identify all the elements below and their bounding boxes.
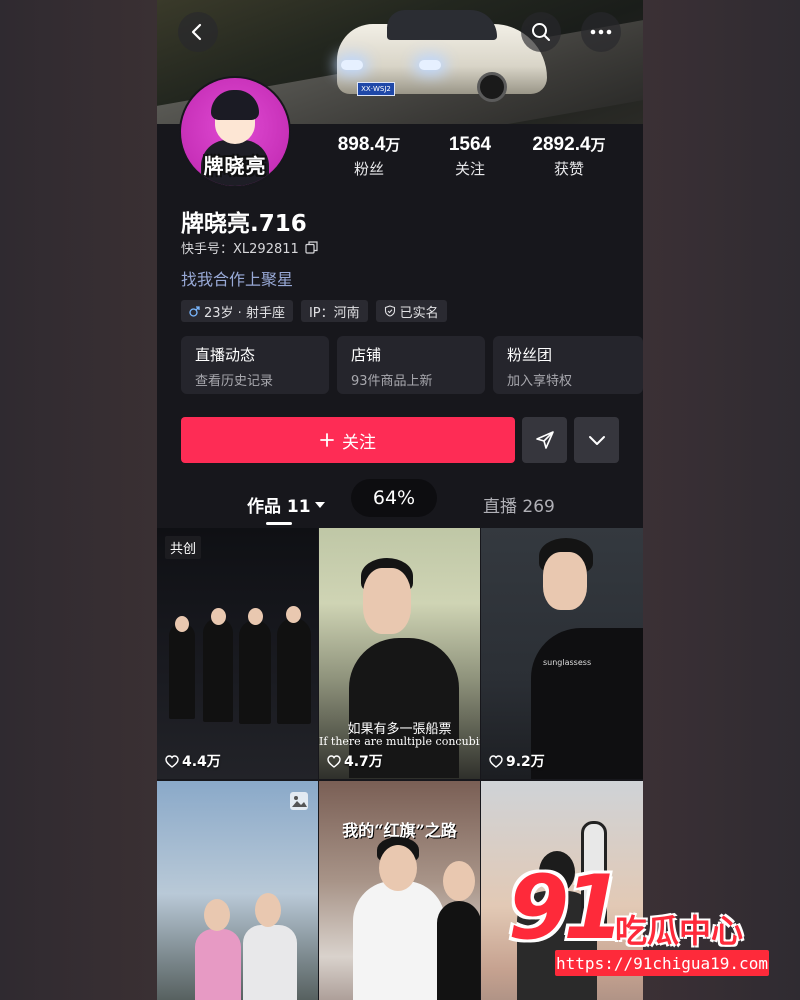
search-icon bbox=[532, 23, 550, 41]
video-thumbnail[interactable]: 如果有多一張船票 If there are multiple concubine… bbox=[319, 528, 480, 779]
tab-live[interactable]: 直播 269 bbox=[483, 492, 555, 517]
video-caption-en: sunglassess bbox=[543, 658, 592, 667]
follow-button[interactable]: 关注 bbox=[181, 417, 515, 463]
car-plate: XX·WSJ2 bbox=[357, 82, 395, 96]
card-live-history[interactable]: 直播动态 查看历史记录 bbox=[181, 336, 329, 394]
watermark-logo: 91 bbox=[508, 856, 624, 959]
zoom-indicator: 64% bbox=[351, 479, 437, 517]
image-icon bbox=[290, 792, 308, 810]
fans-count: 898.4 bbox=[337, 134, 386, 155]
watermark-url: https://91chigua19.com bbox=[555, 950, 769, 976]
fans-label: 粉丝 bbox=[353, 160, 384, 178]
profile-bio[interactable]: 找我合作上聚星 bbox=[181, 266, 293, 290]
video-likes: 4.4万 bbox=[165, 751, 221, 771]
copy-icon[interactable] bbox=[305, 241, 318, 254]
following-count: 1564 bbox=[448, 134, 492, 155]
tab-active-indicator bbox=[266, 522, 292, 525]
stat-likes[interactable]: 2892.4万 获赞 bbox=[521, 134, 617, 179]
card-title: 粉丝团 bbox=[507, 346, 553, 364]
search-button[interactable] bbox=[521, 12, 561, 52]
likes-text: 4.7万 bbox=[344, 754, 383, 770]
video-likes: 4.7万 bbox=[327, 751, 383, 771]
shield-check-icon bbox=[384, 305, 395, 317]
card-title: 直播动态 bbox=[195, 346, 256, 364]
card-shop[interactable]: 店铺 93件商品上新 bbox=[337, 336, 485, 394]
caret-down-icon bbox=[314, 501, 325, 508]
age-tag: 23岁 · 射手座 bbox=[181, 300, 293, 322]
card-subtitle: 查看历史记录 bbox=[195, 374, 274, 389]
video-thumbnail[interactable]: 共创 4.4万 bbox=[157, 528, 318, 779]
video-thumbnail[interactable] bbox=[157, 781, 318, 1000]
card-title: 店铺 bbox=[351, 346, 382, 364]
share-button[interactable] bbox=[522, 417, 567, 463]
co-create-badge: 共创 bbox=[165, 536, 202, 559]
following-label: 关注 bbox=[454, 160, 485, 178]
more-button[interactable] bbox=[581, 12, 621, 52]
card-fan-club[interactable]: 粉丝团 加入享特权 bbox=[493, 336, 643, 394]
tab-works[interactable]: 作品 11 bbox=[247, 492, 325, 517]
male-icon bbox=[189, 305, 200, 317]
avatar[interactable]: 牌晓亮 bbox=[179, 76, 291, 188]
age-text: 23岁 · 射手座 bbox=[204, 305, 285, 321]
avatar-text: 牌晓亮 bbox=[203, 154, 267, 178]
stat-following[interactable]: 1564 关注 bbox=[430, 134, 510, 179]
follow-label: 关注 bbox=[342, 432, 376, 453]
more-dots-icon bbox=[590, 29, 612, 35]
profile-screen: XX·WSJ2 牌晓亮 898.4万 粉丝 1564 关注 2892.4万 获赞… bbox=[157, 0, 643, 1000]
user-id-row: 快手号：XL292811 bbox=[181, 238, 318, 257]
likes-text: 4.4万 bbox=[182, 754, 221, 770]
heart-icon bbox=[327, 754, 341, 768]
verified-tag: 已实名 bbox=[375, 300, 447, 322]
profile-tags: 23岁 · 射手座 IP：河南 已实名 bbox=[181, 300, 447, 322]
likes-count: 2892.4 bbox=[532, 134, 591, 155]
back-button[interactable] bbox=[178, 12, 218, 52]
likes-text: 9.2万 bbox=[506, 754, 545, 770]
likes-label: 获赞 bbox=[553, 160, 584, 178]
video-likes: 9.2万 bbox=[489, 751, 545, 771]
profile-name: 牌晓亮.716 bbox=[181, 211, 307, 237]
chevron-left-icon bbox=[191, 23, 202, 41]
send-icon bbox=[535, 431, 554, 449]
feature-cards: 直播动态 查看历史记录 店铺 93件商品上新 粉丝团 加入享特权 bbox=[181, 336, 643, 394]
likes-unit: 万 bbox=[590, 137, 606, 154]
fans-unit: 万 bbox=[385, 137, 401, 154]
watermark-text: 吃瓜中心 bbox=[615, 912, 744, 950]
plus-icon bbox=[320, 433, 334, 447]
tab-live-label: 直播 269 bbox=[483, 497, 555, 517]
video-thumbnail[interactable]: 我的“红旗”之路 bbox=[319, 781, 480, 1000]
card-subtitle: 加入享特权 bbox=[507, 374, 573, 389]
verified-text: 已实名 bbox=[399, 305, 439, 321]
video-thumbnail[interactable]: sunglassess 9.2万 bbox=[481, 528, 643, 779]
expand-button[interactable] bbox=[574, 417, 619, 463]
heart-icon bbox=[489, 754, 503, 768]
user-id: 快手号：XL292811 bbox=[181, 242, 299, 257]
card-subtitle: 93件商品上新 bbox=[351, 374, 433, 389]
ip-tag: IP：河南 bbox=[300, 300, 368, 322]
chevron-down-icon bbox=[588, 436, 605, 445]
tab-works-label: 作品 11 bbox=[247, 497, 311, 517]
heart-icon bbox=[165, 754, 179, 768]
stat-fans[interactable]: 898.4万 粉丝 bbox=[329, 134, 409, 179]
ip-text: IP：河南 bbox=[308, 305, 360, 321]
video-caption-en: If there are multiple concubine bbox=[319, 735, 480, 748]
